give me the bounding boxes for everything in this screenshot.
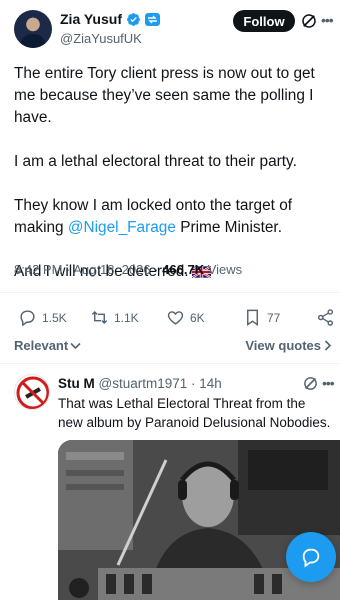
like-count: 6K <box>190 310 205 325</box>
reply-icon <box>20 310 35 327</box>
share-button[interactable] <box>316 308 335 327</box>
more-options-icon[interactable]: ••• <box>322 375 335 391</box>
bookmark-count: 77 <box>267 310 281 325</box>
tweet-timestamp[interactable]: 8:42 PM · Aug 18, 2026 · <box>14 262 162 277</box>
follow-button[interactable]: Follow <box>233 10 295 32</box>
view-quotes-label: View quotes <box>245 338 321 353</box>
chevron-right-icon <box>324 340 332 351</box>
affiliation-badge-icon[interactable] <box>144 12 160 26</box>
more-options-icon[interactable]: ••• <box>321 12 337 30</box>
views-label: Views <box>204 262 243 277</box>
verified-badge-icon <box>127 12 140 26</box>
view-quotes-link[interactable]: View quotes <box>245 338 332 353</box>
like-button[interactable]: 6K <box>166 308 205 327</box>
compose-reply-button[interactable] <box>286 532 336 582</box>
sort-relevant-dropdown[interactable]: Relevant <box>14 338 81 353</box>
reply-count: 1.5K <box>42 310 67 325</box>
divider <box>0 292 340 293</box>
tweet-header: Zia Yusuf @ZiaYusufUK Follow ••• <box>0 0 340 56</box>
grok-icon[interactable] <box>302 375 319 392</box>
author-name-row: Zia Yusuf <box>60 11 160 27</box>
share-icon <box>317 309 334 326</box>
author-avatar[interactable] <box>14 10 52 48</box>
author-handle[interactable]: @ZiaYusufUK <box>60 31 142 46</box>
mention-link[interactable]: @Nigel_Farage <box>68 219 176 236</box>
no-symbol-avatar-icon <box>16 376 49 409</box>
reply-header: Stu M @stuartm1971 · 14h <box>58 376 222 391</box>
action-bar: 1.5K 1.1K 6K 77 <box>0 300 340 336</box>
reply-author-name[interactable]: Stu M <box>58 376 95 391</box>
tweet-paragraph: The entire Tory client press is now out … <box>14 65 315 126</box>
heart-icon <box>167 311 184 325</box>
repost-button[interactable]: 1.1K <box>90 308 139 327</box>
divider <box>0 363 340 364</box>
bookmark-icon <box>247 309 258 326</box>
tweet-meta: 8:42 PM · Aug 18, 2026 · 466.7K Views <box>14 262 242 277</box>
chevron-down-icon <box>70 342 81 349</box>
bookmark-button[interactable]: 77 <box>243 308 280 327</box>
reply-text: That was Lethal Electoral Threat from th… <box>58 396 331 430</box>
tweet-paragraph: They know I am locked onto the target of… <box>14 195 334 239</box>
reply-timestamp[interactable]: · 14h <box>187 376 222 391</box>
media-badge-icon[interactable] <box>69 578 89 598</box>
repost-count: 1.1K <box>114 310 139 325</box>
reply-button[interactable]: 1.5K <box>18 308 67 327</box>
chat-bubble-icon <box>302 548 320 568</box>
tweet-text-segment: Prime Minister. <box>175 219 282 236</box>
author-display-name[interactable]: Zia Yusuf <box>60 11 122 27</box>
grok-icon[interactable] <box>300 12 318 30</box>
repost-icon <box>91 310 108 325</box>
sort-label: Relevant <box>14 338 69 353</box>
tweet-paragraph: I am a lethal electoral threat to their … <box>14 153 297 170</box>
reply-author-handle[interactable]: @stuartm1971 <box>99 376 188 391</box>
views-count: 466.7K <box>162 262 205 277</box>
reply-avatar[interactable] <box>14 374 50 410</box>
